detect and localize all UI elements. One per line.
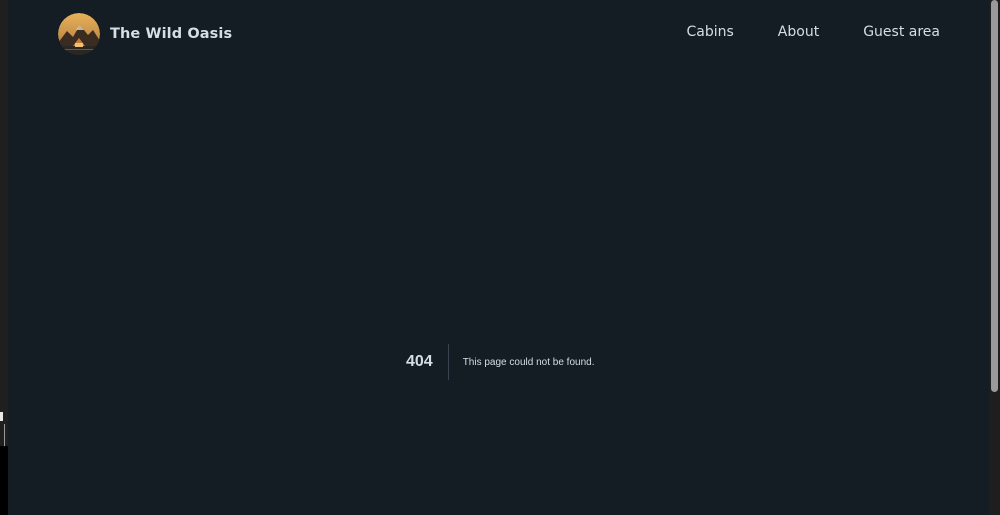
brand-home-link[interactable]: The Wild Oasis (58, 13, 232, 55)
edge-mark (0, 412, 3, 421)
site-header: The Wild Oasis Cabins About Guest area (8, 0, 989, 66)
edge-block (0, 446, 8, 515)
not-found-message: 404 This page could not be found. (398, 344, 594, 380)
nav-item-cabins[interactable]: Cabins (686, 24, 733, 40)
error-code: 404 (406, 353, 433, 370)
left-window-edge (0, 0, 8, 515)
scrollbar-thumb[interactable] (991, 0, 998, 392)
nav-item-guest-area[interactable]: Guest area (863, 24, 940, 40)
nav-item-about[interactable]: About (778, 24, 819, 40)
main-navigation: Cabins About Guest area (686, 24, 940, 40)
error-message: This page could not be found. (462, 356, 595, 368)
vertical-scrollbar[interactable] (989, 0, 1000, 515)
edge-mark (4, 424, 5, 446)
browser-viewport: The Wild Oasis Cabins About Guest area 4… (0, 0, 1000, 515)
cabin-mountain-logo-icon (58, 13, 100, 55)
brand-name: The Wild Oasis (110, 26, 233, 42)
